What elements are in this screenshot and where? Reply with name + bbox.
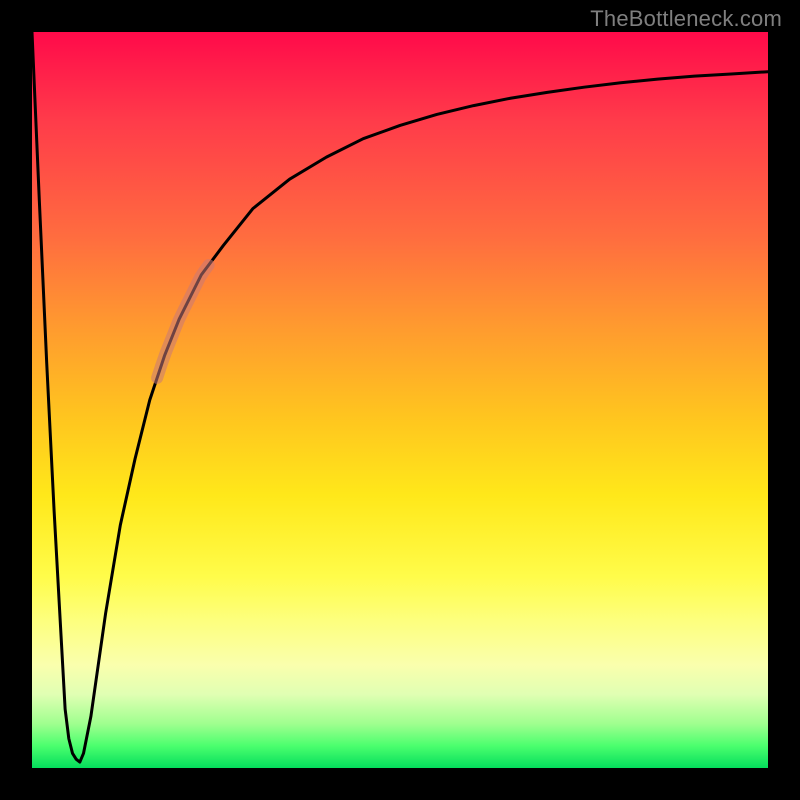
plot-area (32, 32, 768, 768)
chart-root: TheBottleneck.com (0, 0, 800, 800)
bottleneck-curve (32, 32, 768, 762)
attribution-label: TheBottleneck.com (590, 6, 782, 32)
curve-svg (32, 32, 768, 768)
curve-highlight (157, 265, 209, 378)
